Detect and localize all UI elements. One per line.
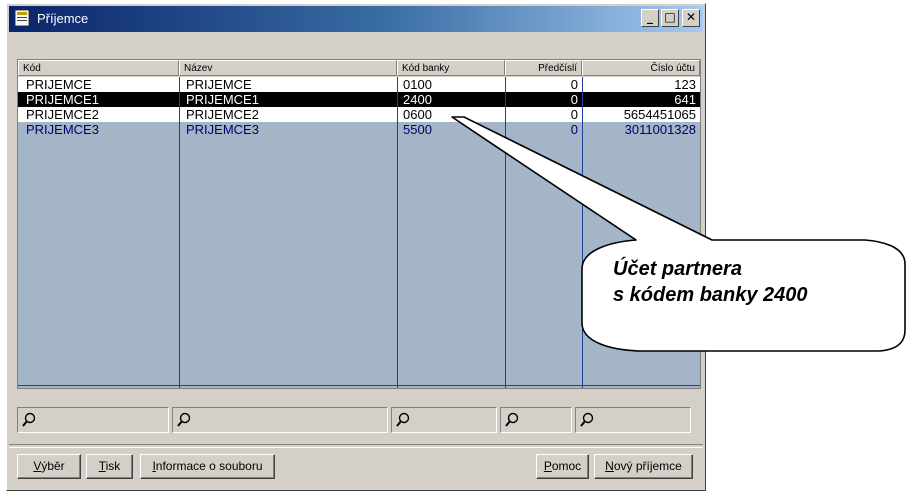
callout-line-1: Účet partnera xyxy=(613,258,742,280)
callout-bubble xyxy=(451,116,906,352)
callout-line-2: s kódem banky 2400 xyxy=(613,284,808,306)
